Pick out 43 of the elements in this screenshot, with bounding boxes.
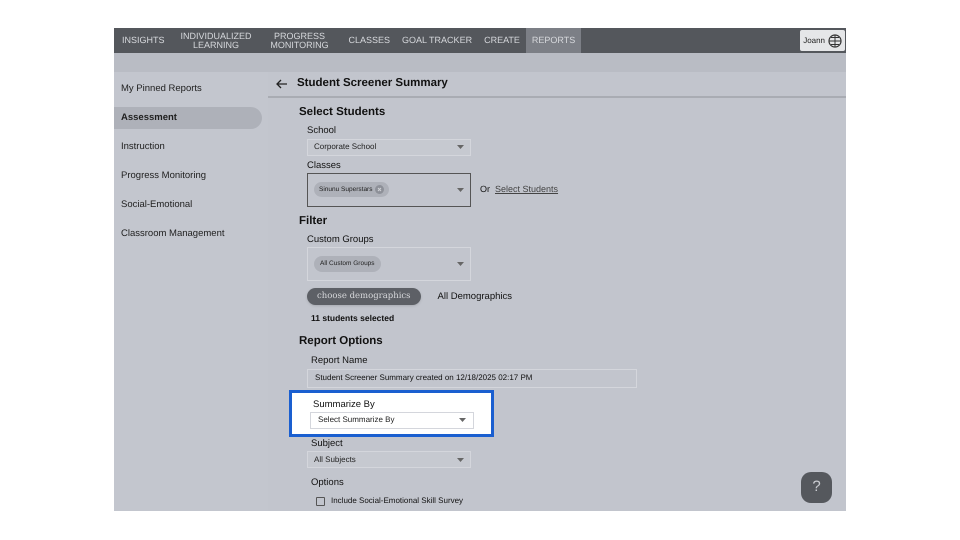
nav-tab[interactable]: PROGRESS MONITORING [256, 28, 343, 53]
caret-icon [457, 188, 464, 192]
sidebar-item[interactable]: Assessment [114, 107, 262, 129]
nav-tab[interactable]: GOAL TRACKER [396, 28, 478, 53]
caret-icon [457, 145, 464, 149]
section-heading: Filter [299, 214, 328, 229]
checkbox[interactable] [316, 496, 325, 506]
select-students-link[interactable]: Select Students [495, 183, 558, 196]
field-label: Options [311, 476, 344, 490]
help-button[interactable]: ? [801, 472, 832, 503]
user-button[interactable]: Joann [800, 30, 845, 51]
field-label: Summarize By [313, 398, 375, 412]
field-label: Report Name [311, 354, 368, 368]
section-heading: Select Students [299, 105, 386, 120]
report-name-field[interactable]: Student Screener Summary created on 12/18/2025 02:17 PM [307, 368, 637, 388]
globe-icon [828, 34, 842, 48]
caret-icon [459, 418, 466, 422]
demographics-value: All Demographics [438, 290, 512, 304]
option-label: Include Social-Emotional Skill Survey [331, 495, 464, 508]
nav-tab[interactable]: CREATE [478, 28, 526, 53]
sidebar-item[interactable]: Classroom Management [114, 223, 262, 245]
field-label: Custom Groups [307, 233, 374, 247]
sidebar-item[interactable]: Instruction [114, 136, 262, 158]
summarize-by-select[interactable]: Select Summarize By [310, 412, 474, 429]
nav-tab[interactable]: INSIGHTS [116, 28, 171, 53]
sidebar-item[interactable]: Social-Emotional [114, 194, 262, 216]
field-label: Subject [311, 436, 343, 451]
field-label: School [307, 124, 336, 138]
nav-tab[interactable]: INDIVIDUALIZED LEARNING [170, 28, 257, 53]
page-title: Student Screener Summary [297, 76, 448, 92]
sidebar-item[interactable]: Progress Monitoring [114, 165, 262, 187]
selected-count: 11 students selected [311, 312, 394, 325]
or-label: Or [480, 183, 490, 196]
caret-icon [457, 262, 464, 266]
nav-tab[interactable]: CLASSES [342, 28, 396, 53]
caret-icon [457, 458, 464, 462]
subject-select[interactable]: All Subjects [307, 451, 471, 468]
section-heading: Report Options [299, 334, 383, 349]
back-arrow-icon[interactable] [276, 79, 288, 89]
sidebar-item[interactable]: My Pinned Reports [114, 78, 262, 100]
school-select[interactable]: Corporate School [307, 138, 471, 156]
field-label: Classes [307, 158, 341, 172]
choose-demographics-button[interactable]: choose demographics [307, 288, 421, 306]
